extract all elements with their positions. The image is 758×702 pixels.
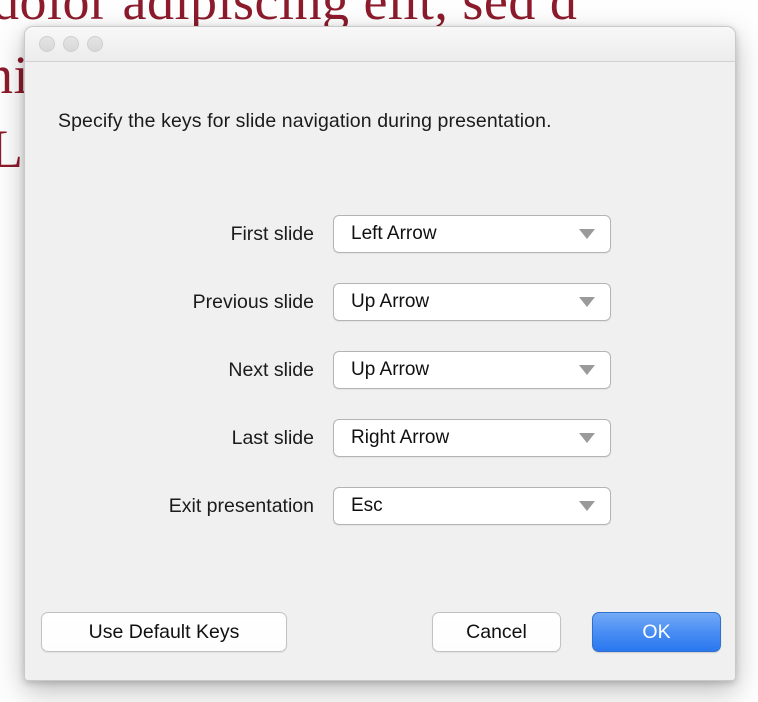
use-default-keys-button[interactable]: Use Default Keys xyxy=(41,612,287,652)
select-last-slide-value: Right Arrow xyxy=(351,427,450,448)
row-next-slide: Next slide Up Arrow xyxy=(25,351,735,389)
label-last-slide: Last slide xyxy=(231,426,314,449)
ok-button[interactable]: OK xyxy=(592,612,721,652)
window-controls xyxy=(39,36,103,52)
chevron-down-icon xyxy=(579,365,595,375)
chevron-down-icon xyxy=(579,433,595,443)
instruction-text: Specify the keys for slide navigation du… xyxy=(58,110,552,132)
chevron-down-icon xyxy=(579,229,595,239)
select-last-slide[interactable]: Right Arrow xyxy=(333,419,611,457)
row-last-slide: Last slide Right Arrow xyxy=(25,419,735,457)
label-next-slide: Next slide xyxy=(228,358,314,381)
row-first-slide: First slide Left Arrow xyxy=(25,215,735,253)
close-button[interactable] xyxy=(39,36,55,52)
select-previous-slide-value: Up Arrow xyxy=(351,291,430,312)
select-exit-presentation-value: Esc xyxy=(351,495,383,516)
select-exit-presentation[interactable]: Esc xyxy=(333,487,611,525)
cancel-button[interactable]: Cancel xyxy=(432,612,561,652)
chevron-down-icon xyxy=(579,297,595,307)
dialog-footer: Use Default Keys Cancel OK xyxy=(25,612,735,652)
select-first-slide-value: Left Arrow xyxy=(351,223,437,244)
row-previous-slide: Previous slide Up Arrow xyxy=(25,283,735,321)
chevron-down-icon xyxy=(579,501,595,511)
select-previous-slide[interactable]: Up Arrow xyxy=(333,283,611,321)
row-exit-presentation: Exit presentation Esc xyxy=(25,487,735,525)
slide-navigation-keys-dialog: Specify the keys for slide navigation du… xyxy=(24,26,736,681)
minimize-button[interactable] xyxy=(63,36,79,52)
select-next-slide[interactable]: Up Arrow xyxy=(333,351,611,389)
label-previous-slide: Previous slide xyxy=(192,290,314,313)
dialog-body: Specify the keys for slide navigation du… xyxy=(25,62,735,680)
select-first-slide[interactable]: Left Arrow xyxy=(333,215,611,253)
label-exit-presentation: Exit presentation xyxy=(168,494,314,517)
zoom-button[interactable] xyxy=(87,36,103,52)
key-bindings-form: First slide Left Arrow Previous slide Up… xyxy=(25,215,735,555)
label-first-slide: First slide xyxy=(230,222,314,245)
dialog-titlebar[interactable] xyxy=(25,27,735,62)
select-next-slide-value: Up Arrow xyxy=(351,359,430,380)
